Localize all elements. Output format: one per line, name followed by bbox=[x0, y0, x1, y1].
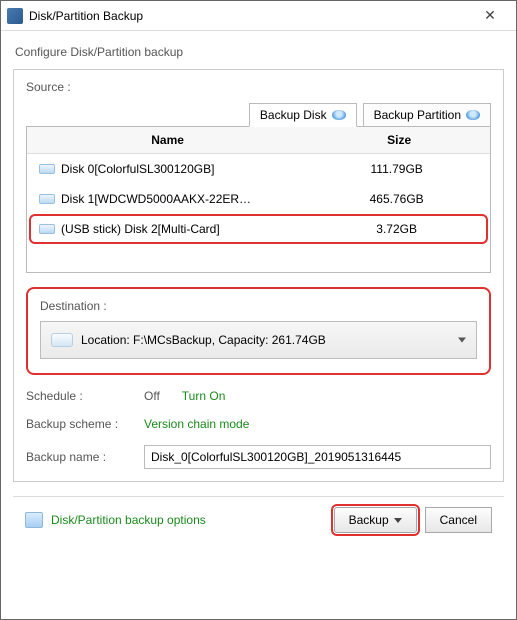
close-button[interactable]: ✕ bbox=[470, 7, 510, 24]
scheme-label: Backup scheme : bbox=[26, 417, 136, 431]
app-icon bbox=[7, 8, 23, 24]
row-size: 465.76GB bbox=[307, 186, 486, 212]
backup-options-link[interactable]: Disk/Partition backup options bbox=[51, 513, 326, 527]
schedule-row: Schedule : Off Turn On bbox=[26, 389, 491, 403]
table-row[interactable]: Disk 1[WDCWD5000AAKX-22ER… 465.76GB bbox=[29, 184, 488, 214]
cancel-button[interactable]: Cancel bbox=[425, 507, 492, 533]
source-tabs: Backup Disk Backup Partition bbox=[26, 102, 491, 126]
drive-icon bbox=[39, 194, 55, 204]
schedule-turn-on-link[interactable]: Turn On bbox=[182, 389, 226, 403]
window-title: Disk/Partition Backup bbox=[29, 9, 470, 23]
row-name: Disk 1[WDCWD5000AAKX-22ER… bbox=[61, 192, 251, 206]
source-label: Source : bbox=[26, 80, 491, 94]
destination-dropdown[interactable]: Location: F:\MCsBackup, Capacity: 261.74… bbox=[40, 321, 477, 359]
table-row[interactable]: Disk 0[ColorfulSL300120GB] 111.79GB bbox=[29, 154, 488, 184]
schedule-label: Schedule : bbox=[26, 389, 136, 403]
footer: Disk/Partition backup options Backup Can… bbox=[13, 497, 504, 543]
schedule-status: Off bbox=[144, 389, 160, 403]
disk-icon bbox=[332, 110, 346, 120]
chevron-down-icon bbox=[394, 518, 402, 523]
row-size: 3.72GB bbox=[307, 216, 486, 242]
drive-icon bbox=[51, 333, 73, 347]
backup-name-input[interactable] bbox=[144, 445, 491, 469]
backup-button[interactable]: Backup bbox=[334, 507, 417, 533]
row-name: Disk 0[ColorfulSL300120GB] bbox=[61, 162, 214, 176]
tab-backup-disk-label: Backup Disk bbox=[260, 108, 327, 122]
row-size: 111.79GB bbox=[307, 156, 486, 182]
scheme-row: Backup scheme : Version chain mode bbox=[26, 417, 491, 431]
backup-name-label: Backup name : bbox=[26, 450, 136, 464]
drive-icon bbox=[39, 164, 55, 174]
destination-value: Location: F:\MCsBackup, Capacity: 261.74… bbox=[81, 333, 326, 347]
tab-backup-partition-label: Backup Partition bbox=[374, 108, 461, 122]
title-bar: Disk/Partition Backup ✕ bbox=[1, 1, 516, 31]
destination-label: Destination : bbox=[40, 299, 477, 313]
scheme-value-link[interactable]: Version chain mode bbox=[144, 417, 249, 431]
table-header: Name Size bbox=[27, 127, 490, 154]
backup-name-row: Backup name : bbox=[26, 445, 491, 469]
tab-backup-disk[interactable]: Backup Disk bbox=[249, 103, 357, 127]
cancel-button-label: Cancel bbox=[440, 513, 477, 527]
source-table: Name Size Disk 0[ColorfulSL300120GB] 111… bbox=[26, 126, 491, 273]
row-name: (USB stick) Disk 2[Multi-Card] bbox=[61, 222, 220, 236]
drive-icon bbox=[39, 224, 55, 234]
options-icon bbox=[25, 512, 43, 528]
backup-button-label: Backup bbox=[349, 513, 389, 527]
page-subtitle: Configure Disk/Partition backup bbox=[15, 45, 504, 59]
tab-backup-partition[interactable]: Backup Partition bbox=[363, 103, 491, 127]
main-pane: Source : Backup Disk Backup Partition Na… bbox=[13, 69, 504, 482]
chevron-down-icon bbox=[458, 338, 466, 343]
col-size[interactable]: Size bbox=[308, 127, 490, 153]
col-name[interactable]: Name bbox=[27, 127, 308, 153]
disk-icon bbox=[466, 110, 480, 120]
table-row[interactable]: (USB stick) Disk 2[Multi-Card] 3.72GB bbox=[29, 214, 488, 244]
destination-section: Destination : Location: F:\MCsBackup, Ca… bbox=[26, 287, 491, 375]
